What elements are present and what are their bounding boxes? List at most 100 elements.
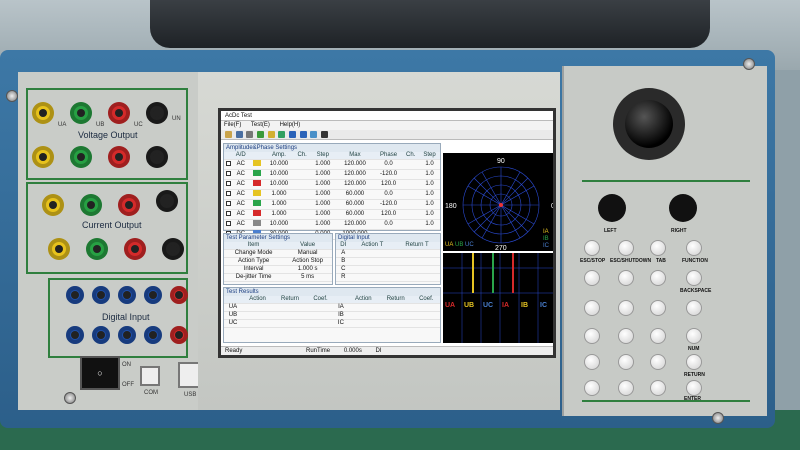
keypad-key[interactable] [584, 240, 600, 256]
lcd-screen[interactable]: AcDc Test File(F) Test(E) Help(H) Amplit… [218, 108, 556, 358]
keypad-key[interactable] [618, 380, 634, 396]
row-checkbox[interactable] [224, 209, 232, 220]
play-icon[interactable] [257, 131, 265, 138]
param-value[interactable]: 5 ms [283, 273, 332, 282]
power-switch[interactable]: ○ [80, 356, 120, 390]
cell-value[interactable]: 1.0 [418, 169, 440, 180]
cell-value[interactable]: -120.0 [374, 169, 403, 180]
cell-value[interactable]: 0.0 [374, 189, 403, 200]
di-jack-plus[interactable] [170, 286, 188, 304]
jack-ic[interactable] [118, 194, 140, 216]
trackball[interactable] [613, 88, 685, 160]
cell-value[interactable]: 120.000 [335, 159, 375, 170]
di-jack-a2[interactable] [66, 326, 84, 344]
cell-value[interactable]: 1.000 [310, 199, 336, 210]
keypad-key[interactable] [650, 354, 666, 370]
com-port[interactable] [140, 366, 160, 386]
cell-value[interactable] [402, 179, 419, 190]
cell-value[interactable]: 120.000 [335, 219, 375, 230]
cell-value[interactable]: 1.000 [264, 189, 294, 200]
cell-value[interactable] [402, 189, 419, 200]
cell-value[interactable] [293, 209, 311, 220]
keypad-key[interactable] [686, 354, 702, 370]
cell-value[interactable] [402, 199, 419, 210]
table-row[interactable]: AC 10.000 1.000 120.000 -120.0 1.0 [224, 169, 440, 180]
keypad-key[interactable] [584, 328, 600, 344]
cell-value[interactable] [402, 159, 419, 170]
cell-value[interactable]: 120.000 [335, 169, 375, 180]
table-row[interactable]: AC 1.000 1.000 60.000 -120.0 1.0 [224, 199, 440, 210]
keypad-key[interactable] [650, 380, 666, 396]
param-value[interactable]: 1.000 s [283, 265, 332, 274]
keypad-key[interactable] [650, 270, 666, 286]
keypad-key[interactable] [618, 270, 634, 286]
keypad-key[interactable] [650, 328, 666, 344]
keypad-key[interactable] [686, 240, 702, 256]
down-icon[interactable] [299, 131, 307, 138]
menu-test[interactable]: Test(E) [251, 122, 270, 128]
param-value[interactable]: Manual [283, 249, 332, 258]
save-icon[interactable] [235, 131, 243, 138]
cell-value[interactable]: 1.0 [418, 179, 440, 190]
jack-ub[interactable] [70, 102, 92, 124]
cell-value[interactable]: 10.000 [264, 219, 294, 230]
jack-ua[interactable] [32, 102, 54, 124]
di-jack-c[interactable] [118, 286, 136, 304]
keypad-key[interactable] [686, 380, 702, 396]
jack-in[interactable] [156, 190, 178, 212]
cell-value[interactable] [293, 159, 311, 170]
keypad-key[interactable] [650, 300, 666, 316]
keypad-key[interactable] [618, 354, 634, 370]
table-row[interactable]: Action Type Action Stop [224, 257, 332, 266]
table-row[interactable]: AC 1.000 1.000 60.000 0.0 1.0 [224, 189, 440, 200]
cell-value[interactable]: 1.000 [310, 169, 336, 180]
cell-value[interactable]: 120.000 [335, 179, 375, 190]
keypad-key[interactable] [618, 300, 634, 316]
cell-value[interactable]: 1.000 [310, 219, 336, 230]
cell-value[interactable]: 10.000 [264, 179, 294, 190]
jack-ib[interactable] [80, 194, 102, 216]
right-click-button[interactable] [669, 194, 697, 222]
jack-in2[interactable] [162, 238, 184, 260]
cell-value[interactable] [293, 199, 311, 210]
keypad-key[interactable] [650, 240, 666, 256]
cell-value[interactable] [293, 169, 311, 180]
cell-value[interactable] [293, 179, 311, 190]
cell-value[interactable]: 1.000 [264, 199, 294, 210]
cell-value[interactable]: 1.0 [418, 159, 440, 170]
cell-value[interactable] [402, 169, 419, 180]
keypad-key[interactable] [686, 328, 702, 344]
cell-value[interactable]: 10.000 [264, 159, 294, 170]
cell-value[interactable]: 60.000 [335, 189, 375, 200]
menu-file[interactable]: File(F) [224, 122, 241, 128]
cell-value[interactable]: -120.0 [374, 199, 403, 210]
cell-value[interactable]: 120.0 [374, 209, 403, 220]
param-value[interactable]: Action Stop [283, 257, 332, 266]
jack-ib2[interactable] [86, 238, 108, 260]
print-icon[interactable] [246, 131, 254, 138]
cell-value[interactable] [293, 219, 311, 230]
menu-help[interactable]: Help(H) [280, 122, 301, 128]
cell-value[interactable]: 1.000 [310, 159, 336, 170]
table-row[interactable]: AC 10.000 1.000 120.000 0.0 1.0 [224, 219, 440, 230]
up-icon[interactable] [289, 131, 297, 138]
cell-value[interactable]: 0.0 [374, 159, 403, 170]
jack-ub2[interactable] [70, 146, 92, 168]
cell-value[interactable]: 60.000 [335, 199, 375, 210]
di-jack-a[interactable] [66, 286, 84, 304]
di-jack-b[interactable] [92, 286, 110, 304]
keypad-key[interactable] [618, 328, 634, 344]
cell-value[interactable]: 1.0 [418, 219, 440, 230]
jack-un2[interactable] [146, 146, 168, 168]
monitor-icon[interactable] [310, 131, 318, 138]
table-row[interactable]: De-jitter Time 5 ms [224, 273, 332, 282]
row-checkbox[interactable] [224, 189, 232, 200]
row-checkbox[interactable] [224, 219, 232, 230]
cell-value[interactable]: 1.0 [418, 189, 440, 200]
jack-uc2[interactable] [108, 146, 130, 168]
cell-value[interactable]: 120.0 [374, 179, 403, 190]
cell-value[interactable] [402, 209, 419, 220]
table-row[interactable]: AC 10.000 1.000 120.000 120.0 1.0 [224, 179, 440, 190]
keypad-key[interactable] [584, 380, 600, 396]
jack-ia[interactable] [42, 194, 64, 216]
